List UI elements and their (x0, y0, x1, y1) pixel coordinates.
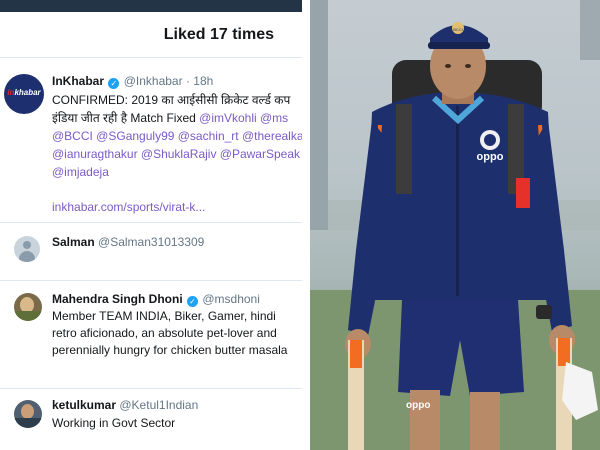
pillar (580, 0, 600, 60)
user-header: Salman @Salman31013309 (52, 235, 204, 249)
right-leg (470, 392, 500, 450)
user-handle[interactable]: @Ketul1Indian (119, 398, 198, 412)
user-header: Mahendra Singh Dhoni ✓ @msdhoni (52, 292, 260, 307)
mention-link[interactable]: @imVkohli @ms (199, 111, 288, 125)
right-bat-grip (558, 338, 570, 366)
user-header: ketulkumar @Ketul1Indian (52, 398, 198, 412)
left-eye (445, 64, 451, 68)
twitter-panel: Liked 17 times inkhabar InKhabar ✓ @Inkh… (0, 0, 302, 450)
watch (536, 305, 552, 319)
tweet-line[interactable]: इंडिया जीत रही है Match Fixed @imVkohli … (52, 109, 302, 127)
user-row-salman[interactable]: Salman @Salman31013309 (0, 223, 302, 281)
user-handle[interactable]: @Salman31013309 (98, 235, 204, 249)
user-name[interactable]: Salman (52, 235, 95, 249)
avatar-shoulders (14, 311, 42, 321)
left-pillar (310, 0, 328, 230)
tweet-line-mentions[interactable]: @ianuragthakur @ShuklaRajiv @PawarSpeak (52, 145, 302, 163)
user-row-dhoni[interactable]: Mahendra Singh Dhoni ✓ @msdhoni Member T… (0, 281, 302, 389)
tweet-author-handle[interactable]: @Inkhabar (124, 74, 183, 88)
tweet-header: InKhabar ✓ @Inkhabar · 18h (52, 74, 213, 89)
cap-brim (428, 42, 490, 49)
inkhabar-avatar[interactable]: inkhabar (4, 74, 44, 114)
panel-divider (302, 0, 310, 450)
user-name[interactable]: ketulkumar (52, 398, 116, 412)
user-name[interactable]: Mahendra Singh Dhoni (52, 292, 183, 306)
avatar-head (23, 241, 31, 249)
verified-badge-icon: ✓ (108, 78, 120, 89)
left-leg (410, 390, 440, 450)
ketul-avatar[interactable] (14, 400, 42, 428)
user-row-ketulkumar[interactable]: ketulkumar @Ketul1Indian Working in Govt… (0, 389, 302, 450)
avatar-body (19, 251, 35, 262)
avatar-shoulders (14, 418, 42, 428)
tweet-url-link[interactable]: inkhabar.com/sports/virat-k... (52, 200, 205, 214)
user-handle[interactable]: @msdhoni (202, 292, 260, 306)
default-avatar[interactable] (14, 236, 40, 262)
tweet-line-mentions[interactable]: @imjadeja (52, 163, 302, 181)
left-bat-grip (350, 340, 362, 368)
tweet-line: CONFIRMED: 2019 का आईसीसी क्रिकेट वर्ल्ड… (52, 93, 291, 107)
shirt-oppo-logo: oppo (477, 151, 504, 163)
tweet-line-text: इंडिया जीत रही है Match Fixed (52, 111, 200, 125)
bcci-badge-inner (484, 134, 496, 146)
tweet-text: CONFIRMED: 2019 का आईसीसी क्रिकेट वर्ल्ड… (52, 91, 302, 181)
liked-count-title: Liked 17 times (163, 26, 274, 43)
left-strap (396, 104, 412, 194)
verified-badge-icon: ✓ (187, 296, 199, 307)
user-bio: Member TEAM INDIA, Biker, Gamer, hindi r… (52, 309, 288, 357)
tweet-card[interactable]: inkhabar InKhabar ✓ @Inkhabar · 18h CONF… (0, 58, 302, 223)
cap-badge-text: BCCI (453, 27, 463, 32)
bag-tag (516, 178, 530, 208)
avatar-face (21, 404, 34, 419)
shorts-oppo-logo: oppo (406, 400, 430, 411)
zipper (456, 106, 459, 296)
tweet-time[interactable]: · 18h (186, 74, 213, 88)
liked-header: Liked 17 times (0, 12, 302, 58)
player-illustration: oppo oppo BCCI (310, 0, 600, 450)
user-bio: Working in Govt Sector (52, 416, 176, 430)
player-photo: oppo oppo BCCI (310, 0, 600, 450)
top-strip (0, 0, 302, 12)
right-eye (465, 64, 471, 68)
tweet-line-mentions[interactable]: @BCCI @SGanguly99 @sachin_rt @therealka (52, 127, 302, 145)
tweet-author-name[interactable]: InKhabar (52, 74, 104, 88)
inkhabar-logo: inkhabar (7, 88, 41, 97)
dhoni-avatar[interactable] (14, 293, 42, 321)
